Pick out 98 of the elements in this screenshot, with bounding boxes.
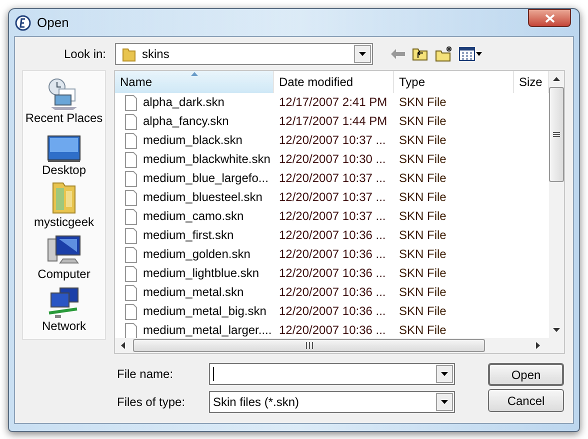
table-cell-text: 12/20/2007 10:36 ... bbox=[279, 265, 386, 282]
file-name-label: File name: bbox=[117, 366, 174, 383]
table-cell-text: 12/20/2007 10:37 ... bbox=[279, 132, 386, 149]
caret-icon bbox=[441, 372, 448, 376]
sort-arrow-icon bbox=[191, 72, 198, 76]
app-icon bbox=[15, 14, 31, 30]
file-name[interactable]: medium_metal_big.skn bbox=[143, 302, 266, 321]
scroll-left-icon[interactable] bbox=[121, 342, 125, 349]
look-in-dropdown[interactable]: skins bbox=[115, 42, 373, 64]
file-icon bbox=[125, 94, 137, 110]
open-button[interactable]: Open bbox=[488, 363, 564, 386]
table-cell-text: SKN File bbox=[399, 151, 446, 168]
file-icon bbox=[125, 170, 137, 186]
file-icon bbox=[125, 322, 137, 338]
file-icon bbox=[125, 246, 137, 262]
file-icon bbox=[125, 228, 137, 244]
scroll-right-icon[interactable] bbox=[536, 342, 540, 349]
file-name[interactable]: medium_blue_largefo... bbox=[143, 169, 268, 188]
desktop-icon bbox=[47, 135, 81, 163]
scroll-up-icon[interactable] bbox=[553, 77, 560, 81]
new-folder-icon[interactable] bbox=[435, 46, 453, 62]
vertical-scrollbar[interactable] bbox=[549, 71, 564, 338]
dropdown-arrow-button[interactable] bbox=[436, 393, 453, 411]
table-cell-text: SKN File bbox=[399, 208, 446, 225]
table-cell-text: 12/20/2007 10:30 ... bbox=[279, 151, 386, 168]
file-name[interactable]: medium_golden.skn bbox=[143, 245, 250, 264]
caret-icon bbox=[441, 400, 448, 404]
table-cell-text: 12/20/2007 10:36 ... bbox=[279, 284, 386, 301]
place-item[interactable]: Desktop bbox=[24, 125, 104, 177]
close-button[interactable] bbox=[528, 9, 571, 27]
dropdown-arrow-button[interactable] bbox=[354, 44, 371, 62]
file-type-dropdown[interactable]: Skin files (*.skn) bbox=[209, 391, 455, 413]
window-title: Open bbox=[37, 14, 69, 32]
column-header[interactable]: Type bbox=[394, 71, 514, 93]
place-item[interactable]: Network bbox=[24, 281, 104, 333]
table-cell-text: 12/20/2007 10:36 ... bbox=[279, 246, 386, 263]
folder-icon bbox=[122, 46, 136, 62]
up-folder-icon[interactable] bbox=[412, 46, 428, 60]
file-name[interactable]: medium_lightblue.skn bbox=[143, 264, 260, 283]
look-in-value: skins bbox=[142, 46, 170, 62]
file-icon bbox=[125, 284, 137, 300]
scroll-down-icon[interactable] bbox=[553, 328, 560, 332]
column-header[interactable]: Name bbox=[115, 71, 274, 93]
file-icon bbox=[125, 152, 137, 168]
grip-icon bbox=[306, 342, 312, 349]
table-cell-text: 12/20/2007 10:37 ... bbox=[279, 170, 386, 187]
file-name[interactable]: alpha_fancy.skn bbox=[143, 112, 229, 131]
table-cell-text: 12/17/2007 1:44 PM bbox=[279, 113, 388, 130]
table-cell-text: SKN File bbox=[399, 170, 446, 187]
file-name[interactable]: medium_metal_larger.... bbox=[143, 321, 272, 338]
table-cell-text: 12/20/2007 10:37 ... bbox=[279, 189, 386, 206]
file-name[interactable]: alpha_dark.skn bbox=[143, 93, 224, 112]
file-name[interactable]: medium_first.skn bbox=[143, 226, 234, 245]
file-icon bbox=[125, 266, 137, 282]
table-cell-text: SKN File bbox=[399, 94, 446, 111]
file-name[interactable]: medium_black.skn bbox=[143, 131, 242, 150]
horizontal-scrollbar[interactable] bbox=[115, 338, 564, 353]
scroll-thumb[interactable] bbox=[133, 339, 485, 352]
network-icon bbox=[47, 287, 81, 319]
table-cell-text: 12/20/2007 10:36 ... bbox=[279, 303, 386, 320]
file-name[interactable]: medium_camo.skn bbox=[143, 207, 244, 226]
table-cell-text: 12/20/2007 10:36 ... bbox=[279, 227, 386, 244]
look-in-label: Look in: bbox=[62, 46, 107, 62]
table-cell-text: SKN File bbox=[399, 303, 446, 320]
file-icon bbox=[125, 114, 137, 130]
column-header[interactable]: Size bbox=[514, 71, 549, 93]
table-cell-text: SKN File bbox=[399, 322, 446, 338]
table-cell-text: SKN File bbox=[399, 246, 446, 263]
cancel-button[interactable]: Cancel bbox=[488, 389, 564, 412]
file-name[interactable]: medium_blackwhite.skn bbox=[143, 150, 270, 169]
place-item[interactable]: Computer bbox=[24, 229, 104, 281]
table-cell-text: SKN File bbox=[399, 227, 446, 244]
file-type-label: Files of type: bbox=[117, 394, 186, 411]
table-cell-text: SKN File bbox=[399, 284, 446, 301]
file-icon bbox=[125, 208, 137, 224]
table-cell-text: 12/17/2007 2:41 PM bbox=[279, 94, 388, 111]
view-menu-icon[interactable] bbox=[459, 46, 483, 60]
file-name-field[interactable] bbox=[209, 363, 455, 385]
file-name[interactable]: medium_bluesteel.skn bbox=[143, 188, 262, 207]
file-icon bbox=[125, 304, 137, 320]
file-icon bbox=[125, 190, 137, 206]
place-item[interactable]: Recent Places bbox=[24, 73, 104, 125]
table-cell-text: SKN File bbox=[399, 113, 446, 130]
dropdown-arrow-button[interactable] bbox=[436, 365, 453, 383]
file-icon bbox=[125, 132, 137, 148]
close-icon bbox=[544, 14, 554, 22]
scroll-thumb[interactable] bbox=[549, 87, 564, 182]
grip-icon bbox=[553, 132, 560, 137]
place-item[interactable]: mysticgeek bbox=[24, 177, 104, 229]
column-header[interactable]: Date modified bbox=[274, 71, 394, 93]
text-cursor bbox=[213, 367, 214, 381]
table-cell-text: SKN File bbox=[399, 189, 446, 206]
table-cell-text: 12/20/2007 10:37 ... bbox=[279, 208, 386, 225]
table-cell-text: 12/20/2007 10:36 ... bbox=[279, 322, 386, 338]
file-name[interactable]: medium_metal.skn bbox=[143, 283, 244, 302]
caret-icon bbox=[359, 52, 366, 56]
table-cell-text: SKN File bbox=[399, 132, 446, 149]
table-cell-text: SKN File bbox=[399, 265, 446, 282]
